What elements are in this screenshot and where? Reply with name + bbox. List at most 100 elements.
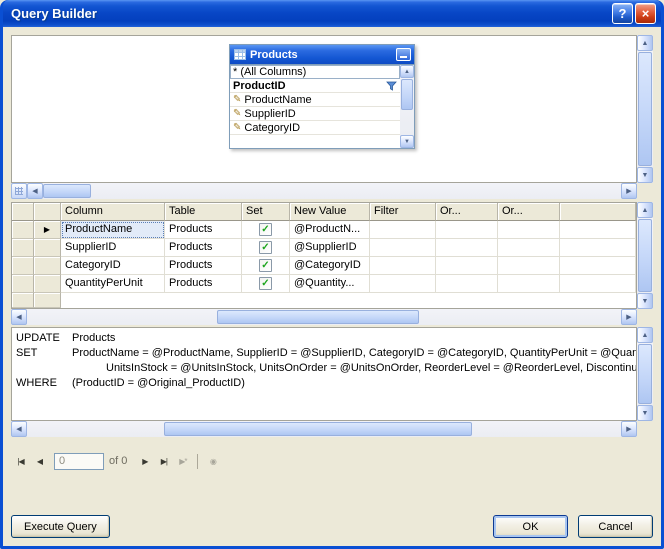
row-selector[interactable] <box>12 275 34 293</box>
grid-header-or1[interactable]: Or... <box>436 203 498 221</box>
minimize-table-button[interactable] <box>396 48 411 61</box>
scroll-thumb[interactable] <box>164 422 473 436</box>
row-selector[interactable] <box>12 257 34 275</box>
column-row-categoryid[interactable]: ✎ CategoryID <box>230 121 400 135</box>
scroll-thumb[interactable] <box>217 310 419 324</box>
grid-horizontal-scrollbar[interactable]: ◀ ▶ <box>11 309 637 325</box>
grid-cell-column[interactable]: ProductName <box>61 221 165 239</box>
pane-splitter-grip[interactable] <box>11 183 27 199</box>
grid-header-table[interactable]: Table <box>165 203 242 221</box>
help-button[interactable]: ? <box>612 3 633 24</box>
products-table-header[interactable]: Products <box>230 45 414 64</box>
scroll-up-button[interactable]: ▲ <box>637 202 653 218</box>
sql-horizontal-scrollbar[interactable]: ◀ ▶ <box>11 421 637 437</box>
grid-cell-new-value[interactable]: @Quantity... <box>290 275 370 293</box>
scroll-right-button[interactable]: ▶ <box>621 183 637 199</box>
ok-button[interactable]: OK <box>493 515 568 538</box>
scroll-thumb[interactable] <box>401 79 413 110</box>
scroll-down-button[interactable]: ▼ <box>637 167 653 183</box>
grid-cell-or2[interactable] <box>498 275 560 293</box>
grid-cell-column[interactable]: CategoryID <box>61 257 165 275</box>
grid-cell-or2[interactable] <box>498 257 560 275</box>
set-checkbox[interactable]: ✓ <box>259 241 272 254</box>
grid-cell-or1[interactable] <box>436 257 498 275</box>
scroll-down-button[interactable]: ▼ <box>637 405 653 421</box>
grid-header-set[interactable]: Set <box>242 203 290 221</box>
grid-cell-or1[interactable] <box>436 275 498 293</box>
scroll-track[interactable] <box>637 343 653 405</box>
execute-query-button[interactable]: Execute Query <box>11 515 110 538</box>
scroll-left-button[interactable]: ◀ <box>11 309 27 325</box>
close-button[interactable]: × <box>635 3 656 24</box>
grid-cell-table[interactable]: Products <box>165 275 242 293</box>
move-last-button[interactable]: ▶| <box>154 452 173 470</box>
grid-header-column[interactable]: Column <box>61 203 165 221</box>
scroll-thumb[interactable] <box>43 184 91 198</box>
scroll-track[interactable] <box>27 309 621 325</box>
scroll-track[interactable] <box>637 51 653 167</box>
grid-cell-column[interactable]: QuantityPerUnit <box>61 275 165 293</box>
grid-vertical-scrollbar[interactable]: ▲ ▼ <box>637 202 653 309</box>
scroll-thumb[interactable] <box>638 52 652 166</box>
scroll-left-button[interactable]: ◀ <box>27 183 43 199</box>
grid-cell-new-value[interactable]: @CategoryID <box>290 257 370 275</box>
grid-cell-new-value[interactable]: @ProductN... <box>290 221 370 239</box>
scroll-up-button[interactable]: ▲ <box>637 327 653 343</box>
set-checkbox[interactable]: ✓ <box>259 259 272 272</box>
current-row-indicator[interactable]: ▶ <box>34 221 61 239</box>
grid-cell-column[interactable]: SupplierID <box>61 239 165 257</box>
grid-cell-filter[interactable] <box>370 221 436 239</box>
grid-cell-set[interactable]: ✓ <box>242 239 290 257</box>
add-new-record-button[interactable]: ▶* <box>173 452 192 470</box>
grid-cell-new-value[interactable]: @SupplierID <box>290 239 370 257</box>
grid-cell-set[interactable]: ✓ <box>242 221 290 239</box>
grid-cell-set[interactable]: ✓ <box>242 257 290 275</box>
titlebar[interactable]: Query Builder ? × <box>3 0 661 27</box>
scroll-down-button[interactable]: ▼ <box>400 135 414 148</box>
scroll-up-button[interactable]: ▲ <box>637 35 653 51</box>
scroll-track[interactable] <box>27 421 621 437</box>
cancel-query-button[interactable]: ◉ <box>203 452 222 470</box>
set-checkbox[interactable]: ✓ <box>259 223 272 236</box>
move-next-button[interactable]: ▶ <box>135 452 154 470</box>
grid-cell-filter[interactable] <box>370 257 436 275</box>
column-row-supplierid[interactable]: ✎ SupplierID <box>230 107 400 121</box>
grid-cell-or1[interactable] <box>436 239 498 257</box>
scroll-thumb[interactable] <box>638 344 652 404</box>
grid-cell-set[interactable]: ✓ <box>242 275 290 293</box>
table-card-scrollbar[interactable]: ▲ ▼ <box>400 65 414 148</box>
scroll-right-button[interactable]: ▶ <box>621 309 637 325</box>
row-selector[interactable] <box>34 257 61 275</box>
scroll-up-button[interactable]: ▲ <box>400 65 414 78</box>
column-row-productid[interactable]: ProductID <box>230 79 400 93</box>
diagram-horizontal-scrollbar[interactable]: ◀ ▶ <box>27 183 637 199</box>
column-row-productname[interactable]: ✎ ProductName <box>230 93 400 107</box>
grid-header-new-value[interactable]: New Value <box>290 203 370 221</box>
sql-pane[interactable]: UPDATE Products SET ProductName = @Produ… <box>11 327 637 421</box>
grid-cell-or2[interactable] <box>498 221 560 239</box>
column-row-all-columns[interactable]: * (All Columns) <box>230 65 400 79</box>
grid-cell-filter[interactable] <box>370 239 436 257</box>
scroll-down-button[interactable]: ▼ <box>637 293 653 309</box>
row-selector[interactable] <box>34 275 61 293</box>
record-position-input[interactable] <box>54 453 104 470</box>
row-selector[interactable] <box>12 221 34 239</box>
grid-cell-or1[interactable] <box>436 221 498 239</box>
grid-header-filter[interactable]: Filter <box>370 203 436 221</box>
move-previous-button[interactable]: ◀ <box>30 452 49 470</box>
products-table-card[interactable]: Products * (All Columns) ProductID <box>229 44 415 149</box>
scroll-track[interactable] <box>400 78 414 135</box>
scroll-track[interactable] <box>43 183 621 199</box>
row-selector[interactable] <box>34 239 61 257</box>
grid-cell-filter[interactable] <box>370 275 436 293</box>
grid-cell-table[interactable]: Products <box>165 221 242 239</box>
grid-cell-table[interactable]: Products <box>165 257 242 275</box>
move-first-button[interactable]: |◀ <box>11 452 30 470</box>
row-selector[interactable] <box>12 239 34 257</box>
grid-header-or2[interactable]: Or... <box>498 203 560 221</box>
scroll-thumb[interactable] <box>638 219 652 292</box>
diagram-vertical-scrollbar[interactable]: ▲ ▼ <box>637 35 653 183</box>
scroll-left-button[interactable]: ◀ <box>11 421 27 437</box>
grid-cell-table[interactable]: Products <box>165 239 242 257</box>
sql-vertical-scrollbar[interactable]: ▲ ▼ <box>637 327 653 421</box>
